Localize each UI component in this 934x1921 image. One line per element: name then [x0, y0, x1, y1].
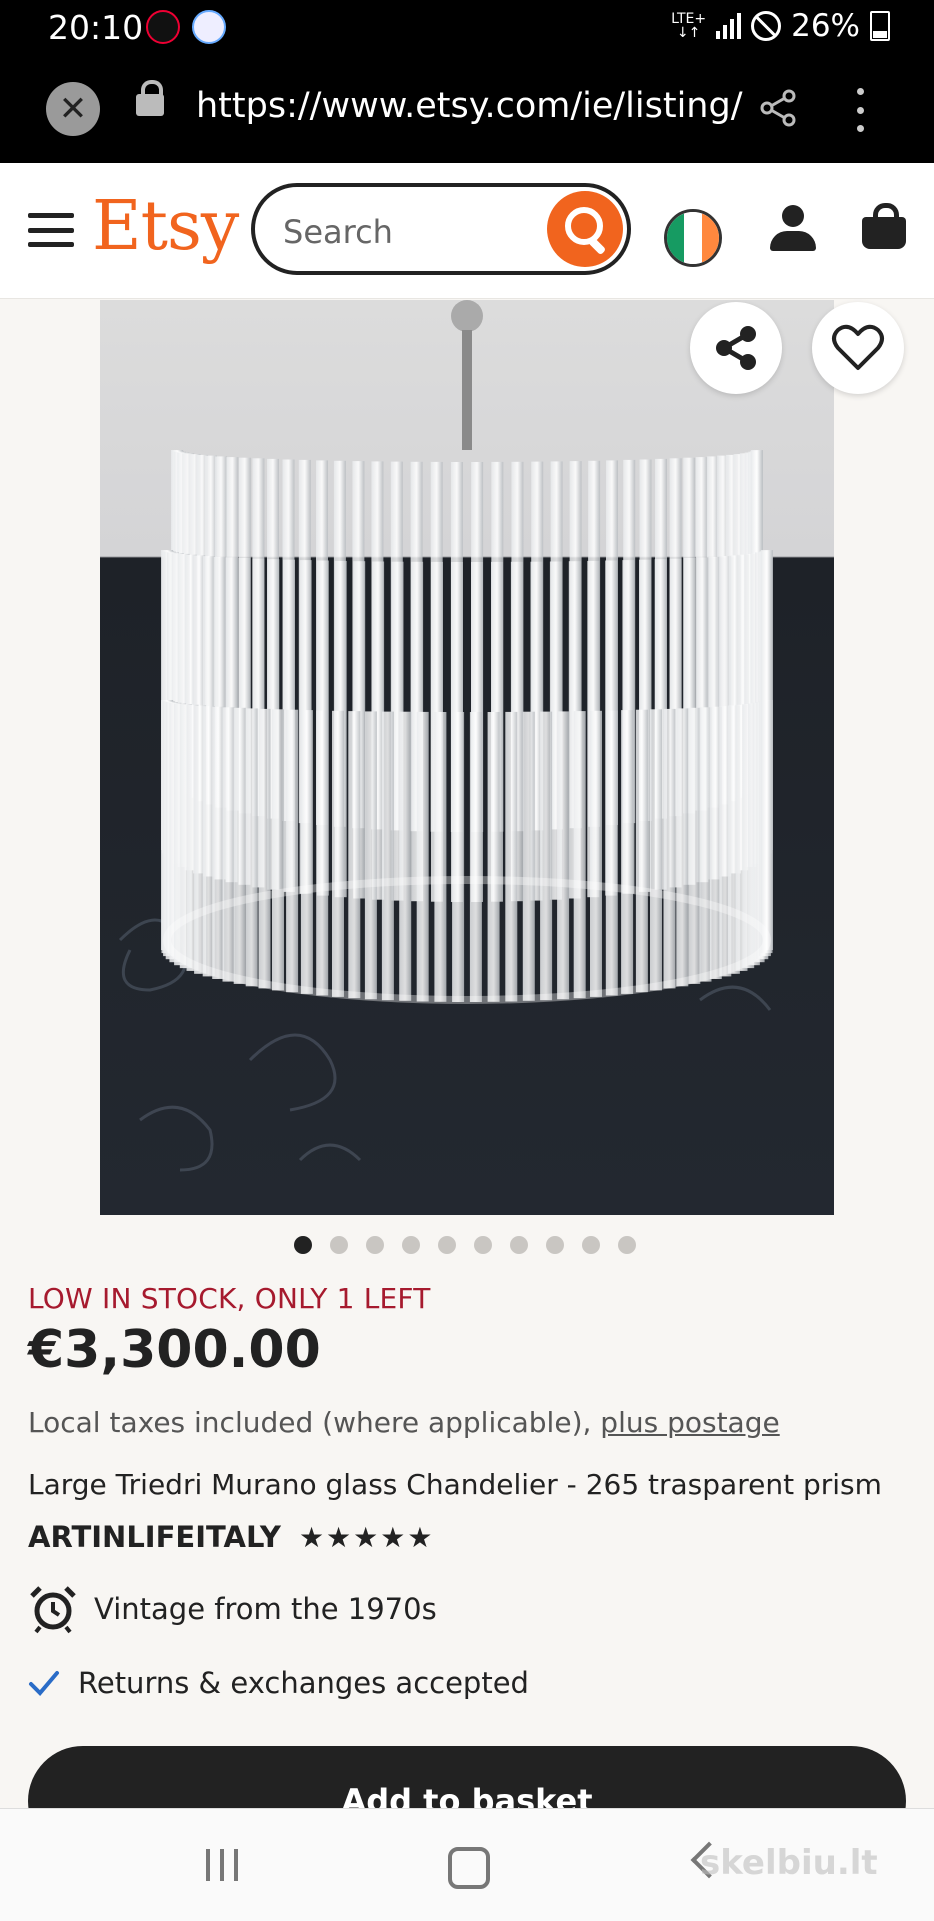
gallery-dot[interactable]	[618, 1236, 636, 1254]
browser-menu-button[interactable]	[850, 88, 870, 132]
listing-title: Large Triedri Murano glass Chandelier - …	[28, 1468, 882, 1501]
rating-stars[interactable]: ★★★★★	[299, 1521, 435, 1554]
clock: 20:10	[48, 8, 144, 47]
glass-prism	[348, 711, 361, 999]
glass-prism	[332, 710, 344, 997]
gallery-dot[interactable]	[546, 1236, 564, 1254]
glass-prism	[699, 707, 712, 982]
menu-icon[interactable]	[28, 213, 74, 247]
postage-link[interactable]: plus postage	[600, 1406, 779, 1439]
shop-name-link[interactable]: ARTINLIFEITALY	[28, 1520, 281, 1554]
vintage-info: Vintage from the 1970s	[28, 1584, 437, 1634]
etsy-logo[interactable]: Etsy	[92, 187, 239, 266]
search-placeholder: Search	[283, 213, 393, 251]
check-icon	[29, 1671, 59, 1696]
status-right: LTE+ ↓↑ 26%	[671, 8, 890, 44]
alarm-clock-icon	[30, 1586, 76, 1634]
vintage-text: Vintage from the 1970s	[94, 1592, 437, 1626]
share-icon[interactable]	[758, 88, 798, 128]
ireland-flag-icon[interactable]	[664, 209, 722, 267]
gallery-dot[interactable]	[510, 1236, 528, 1254]
watermark: skelbiu.lt	[700, 1843, 878, 1883]
signal-icon	[716, 13, 742, 39]
glass-prism	[233, 707, 246, 984]
notification-icons	[146, 10, 226, 44]
chandelier-illustration	[118, 300, 773, 1172]
stock-notice: LOW IN STOCK, ONLY 1 LEFT	[28, 1282, 431, 1315]
gallery-dot[interactable]	[402, 1236, 420, 1254]
returns-info: Returns & exchanges accepted	[28, 1666, 529, 1700]
url-text[interactable]: https://www.etsy.com/ie/listing/	[196, 86, 743, 126]
battery-level: 26%	[791, 8, 860, 44]
favorite-button[interactable]	[812, 302, 904, 394]
search-button[interactable]	[547, 191, 623, 267]
share-icon	[716, 326, 756, 370]
browser-url-bar: ✕ https://www.etsy.com/ie/listing/	[0, 58, 934, 163]
price: €3,300.00	[28, 1320, 321, 1380]
home-button[interactable]	[448, 1847, 490, 1889]
glass-prism	[650, 709, 662, 991]
glass-prism	[676, 708, 689, 987]
glass-prism	[590, 710, 602, 997]
glass-prism	[522, 711, 535, 1001]
glass-prism	[663, 708, 676, 989]
glass-prism	[272, 709, 284, 991]
glass-prism	[399, 711, 412, 1001]
glass-prism	[364, 711, 377, 1000]
tiktok-icon	[146, 10, 180, 44]
gallery-dot[interactable]	[294, 1236, 312, 1254]
glass-prism	[761, 700, 773, 950]
system-nav-bar: skelbiu.lt	[0, 1808, 934, 1921]
lte-icon: LTE+ ↓↑	[671, 11, 707, 41]
shop-row: ARTINLIFEITALY ★★★★★	[28, 1520, 434, 1554]
basket-icon[interactable]	[862, 203, 906, 251]
share-listing-button[interactable]	[690, 302, 782, 394]
glass-prism	[245, 708, 258, 987]
glass-prism	[605, 710, 618, 996]
glass-prism	[434, 712, 447, 1002]
glass-prism	[688, 707, 701, 984]
site-header: Etsy Search	[0, 163, 934, 299]
battery-icon	[870, 11, 890, 41]
glass-prism	[621, 710, 634, 994]
recents-button[interactable]	[206, 1849, 238, 1881]
glass-prism	[381, 711, 394, 1001]
account-icon[interactable]	[770, 205, 816, 253]
glass-prism	[573, 711, 586, 999]
gallery-pagination[interactable]	[294, 1236, 636, 1254]
gallery-dot[interactable]	[438, 1236, 456, 1254]
glass-prism	[300, 710, 313, 994]
glass-prism	[635, 709, 648, 993]
gallery-dot[interactable]	[366, 1236, 384, 1254]
glass-prism	[222, 707, 235, 982]
gallery-dot[interactable]	[474, 1236, 492, 1254]
do-not-disturb-icon	[751, 11, 782, 41]
glass-prism	[416, 711, 429, 1002]
status-bar: 20:10 LTE+ ↓↑ 26%	[0, 0, 934, 58]
glass-prism	[212, 706, 225, 979]
lock-icon	[136, 80, 164, 116]
close-tab-button[interactable]: ✕	[46, 82, 100, 136]
search-icon	[565, 207, 603, 245]
glass-prism	[286, 709, 299, 993]
taxes-note: Local taxes included (where applicable),…	[28, 1406, 780, 1439]
glass-prism	[452, 712, 465, 1002]
glass-prism	[540, 711, 553, 1001]
heart-icon	[832, 324, 884, 370]
glass-prism	[557, 711, 570, 1000]
glass-prism	[258, 708, 271, 989]
app-notification-icon	[192, 10, 226, 44]
gallery-dot[interactable]	[582, 1236, 600, 1254]
returns-text: Returns & exchanges accepted	[78, 1666, 529, 1700]
search-input[interactable]: Search	[251, 183, 631, 275]
glass-prism	[469, 712, 482, 1002]
product-image[interactable]	[100, 300, 834, 1215]
glass-prism	[487, 712, 500, 1002]
glass-prism	[505, 711, 518, 1002]
glass-prism	[316, 710, 329, 996]
gallery-dot[interactable]	[330, 1236, 348, 1254]
